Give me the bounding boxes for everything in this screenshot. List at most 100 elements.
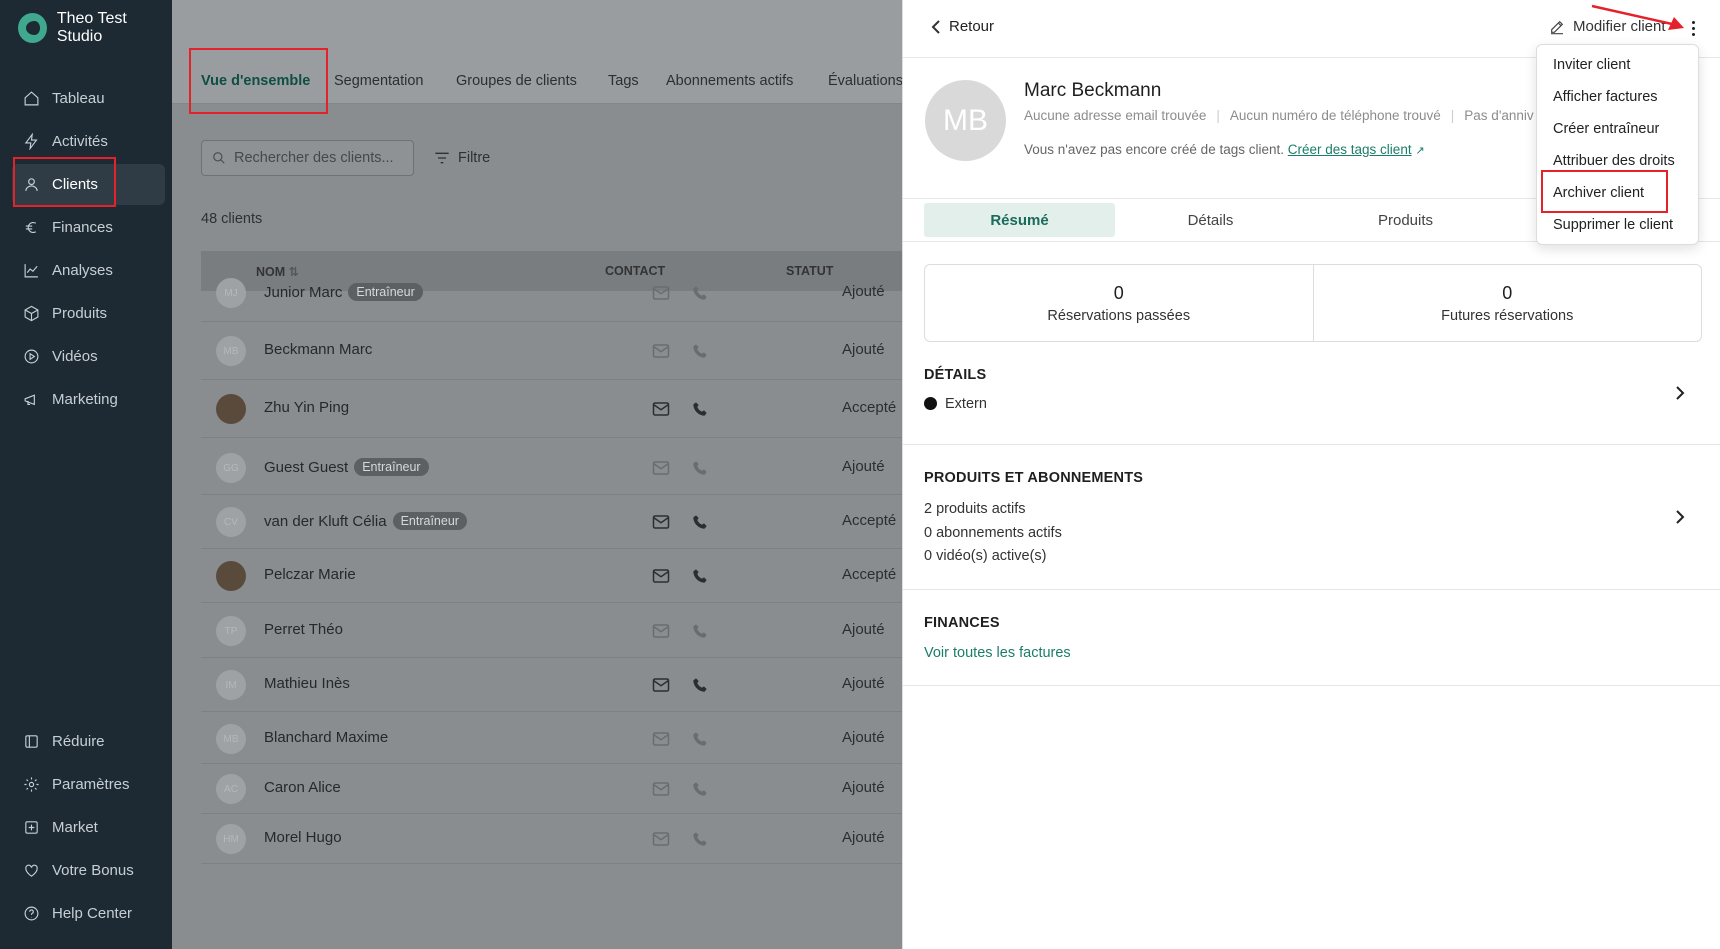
- sidebar-item-label: Tableau: [52, 90, 105, 107]
- finances-title: FINANCES: [924, 615, 1000, 631]
- mail-icon[interactable]: [652, 568, 670, 584]
- details-value-label: Extern: [945, 396, 987, 412]
- tab-tags[interactable]: Tags: [608, 73, 639, 89]
- sidebar-item-analyses[interactable]: Analyses: [12, 250, 165, 291]
- tab-abonnements[interactable]: Abonnements actifs: [666, 73, 793, 89]
- menu-item-permissions[interactable]: Attribuer des droits: [1553, 153, 1675, 169]
- client-name-cell[interactable]: Pelczar Marie: [264, 566, 356, 583]
- phone-icon[interactable]: [692, 285, 708, 301]
- phone-icon[interactable]: [692, 514, 708, 530]
- brand-logo-icon: [18, 13, 47, 43]
- tab-details[interactable]: Détails: [1115, 203, 1306, 237]
- client-name: Marc Beckmann: [1024, 80, 1162, 101]
- client-name-cell[interactable]: Caron Alice: [264, 779, 341, 796]
- table-row[interactable]: IM Mathieu Inès Ajouté: [201, 658, 902, 712]
- client-name-cell[interactable]: Beckmann Marc: [264, 341, 372, 358]
- back-button[interactable]: Retour: [931, 18, 994, 35]
- phone-icon[interactable]: [692, 831, 708, 847]
- client-name-cell[interactable]: Guest Guest Entraîneur: [264, 458, 429, 476]
- mail-icon[interactable]: [652, 731, 670, 747]
- tab-evaluations[interactable]: Évaluations: [828, 73, 902, 89]
- mail-icon[interactable]: [652, 623, 670, 639]
- phone-icon[interactable]: [692, 343, 708, 359]
- tags-text: Vous n'avez pas encore créé de tags clie…: [1024, 142, 1284, 157]
- create-tags-link[interactable]: Créer des tags client: [1288, 142, 1412, 157]
- brand[interactable]: Theo Test Studio: [18, 10, 172, 45]
- client-name: van der Kluft Célia: [264, 512, 387, 530]
- subscriptions-active: 0 abonnements actifs: [924, 525, 1062, 541]
- client-name-cell[interactable]: Morel Hugo: [264, 829, 342, 846]
- chart-line-icon: [22, 262, 40, 280]
- table-row[interactable]: MB Beckmann Marc Ajouté: [201, 322, 902, 380]
- client-name: Pelczar Marie: [264, 566, 356, 583]
- sidebar-item-marketing[interactable]: Marketing: [12, 379, 165, 420]
- mail-icon[interactable]: [652, 285, 670, 301]
- menu-item-invite[interactable]: Inviter client: [1553, 57, 1630, 73]
- tab-groupes[interactable]: Groupes de clients: [456, 73, 577, 89]
- search-input[interactable]: Rechercher des clients...: [201, 140, 414, 176]
- mail-icon[interactable]: [652, 831, 670, 847]
- client-name-cell[interactable]: Blanchard Maxime: [264, 729, 388, 746]
- phone-icon[interactable]: [692, 623, 708, 639]
- arrow-annotation-icon: [1591, 4, 1684, 30]
- booking-stats: 0 Réservations passées 0 Futures réserva…: [924, 264, 1702, 342]
- tab-produits[interactable]: Produits: [1310, 203, 1501, 237]
- avatar: MB: [216, 336, 246, 366]
- table-row[interactable]: Pelczar Marie Accepté: [201, 549, 902, 603]
- tab-segmentation[interactable]: Segmentation: [334, 73, 423, 89]
- mail-icon[interactable]: [652, 460, 670, 476]
- sidebar-item-produits[interactable]: Produits: [12, 293, 165, 334]
- client-name-cell[interactable]: Junior Marc Entraîneur: [264, 283, 423, 301]
- avatar: GG: [216, 453, 246, 483]
- menu-item-invoices[interactable]: Afficher factures: [1553, 89, 1658, 105]
- client-name-cell[interactable]: van der Kluft Célia Entraîneur: [264, 512, 467, 530]
- tab-resume[interactable]: Résumé: [924, 203, 1115, 237]
- table-row[interactable]: MJ Junior Marc Entraîneur Ajouté: [201, 264, 902, 322]
- table-row[interactable]: Zhu Yin Ping Accepté: [201, 380, 902, 438]
- view-invoices-link[interactable]: Voir toutes les factures: [924, 645, 1071, 661]
- phone-icon[interactable]: [692, 677, 708, 693]
- table-row[interactable]: MB Blanchard Maxime Ajouté: [201, 714, 902, 764]
- stat-future-bookings: 0 Futures réservations: [1312, 265, 1702, 341]
- lightning-icon: [22, 133, 40, 151]
- sidebar-item-finances[interactable]: Finances: [12, 207, 165, 248]
- phone-icon[interactable]: [692, 568, 708, 584]
- table-row[interactable]: HM Morel Hugo Ajouté: [201, 814, 902, 864]
- phone-icon[interactable]: [692, 731, 708, 747]
- client-name-cell[interactable]: Perret Théo: [264, 621, 343, 638]
- mail-icon[interactable]: [652, 677, 670, 693]
- phone-icon[interactable]: [692, 781, 708, 797]
- client-name: Caron Alice: [264, 779, 341, 796]
- sidebar-item-label: Activités: [52, 133, 108, 150]
- client-name-cell[interactable]: Mathieu Inès: [264, 675, 350, 692]
- menu-item-create-trainer[interactable]: Créer entraîneur: [1553, 121, 1659, 137]
- avatar: TP: [216, 616, 246, 646]
- sidebar-item-bonus[interactable]: Votre Bonus: [12, 850, 165, 891]
- mail-icon[interactable]: [652, 781, 670, 797]
- status-cell: Accepté: [842, 399, 897, 416]
- client-name-cell[interactable]: Zhu Yin Ping: [264, 399, 349, 416]
- euro-icon: [22, 219, 40, 237]
- client-birthday: Pas d'anniv: [1464, 108, 1534, 123]
- phone-icon[interactable]: [692, 401, 708, 417]
- mail-icon[interactable]: [652, 343, 670, 359]
- table-row[interactable]: CV van der Kluft Célia Entraîneur Accepté: [201, 495, 902, 549]
- menu-item-delete[interactable]: Supprimer le client: [1553, 217, 1673, 233]
- mail-icon[interactable]: [652, 514, 670, 530]
- status-cell: Ajouté: [842, 341, 885, 358]
- sidebar-item-help[interactable]: Help Center: [12, 893, 165, 934]
- sidebar-item-tableau[interactable]: Tableau: [12, 78, 165, 119]
- sidebar-item-market[interactable]: Market: [12, 807, 165, 848]
- table-row[interactable]: AC Caron Alice Ajouté: [201, 764, 902, 814]
- sidebar-item-activites[interactable]: Activités: [12, 121, 165, 162]
- sidebar-item-parametres[interactable]: Paramètres: [12, 764, 165, 805]
- table-row[interactable]: TP Perret Théo Ajouté: [201, 604, 902, 658]
- phone-icon[interactable]: [692, 460, 708, 476]
- sidebar-item-reduire[interactable]: Réduire: [12, 721, 165, 762]
- table-row[interactable]: GG Guest Guest Entraîneur Ajouté: [201, 441, 902, 495]
- mail-icon[interactable]: [652, 401, 670, 417]
- filter-button[interactable]: Filtre: [434, 150, 490, 166]
- sidebar-item-label: Market: [52, 819, 98, 836]
- sidebar-item-videos[interactable]: Vidéos: [12, 336, 165, 377]
- sidebar-item-label: Paramètres: [52, 776, 130, 793]
